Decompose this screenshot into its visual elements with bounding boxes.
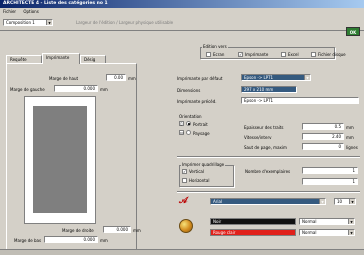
printable-area	[33, 106, 87, 213]
portrait-icon: ▯	[179, 121, 184, 126]
dimensions-label: Dimensions	[177, 88, 201, 93]
unit-label: mm	[128, 76, 136, 81]
chevron-down-icon[interactable]: ▼	[348, 230, 354, 235]
speed-label: Vitesse/interv	[244, 135, 272, 140]
application-window: ARCHITECTE 4 - Liste des catégories no 1…	[0, 0, 364, 255]
radio-paysage[interactable]	[186, 130, 191, 135]
copies-label: Nombre d'exemplaires	[245, 169, 291, 174]
default-printer-select[interactable]: Epson -> LPT1 ▼	[241, 74, 311, 81]
text-style-value: Normal	[302, 219, 317, 224]
palette-icon[interactable]	[179, 219, 193, 233]
tab-label: Requête	[10, 57, 27, 62]
checkbox-ecran[interactable]	[206, 52, 211, 57]
font-name-value: Arial	[213, 199, 223, 204]
chevron-down-icon[interactable]: ▼	[46, 20, 52, 25]
unit-label: mm	[100, 238, 108, 243]
checkbox-excel[interactable]	[281, 52, 286, 57]
background-style-value: Normal	[302, 230, 317, 235]
label-fichier-disque: Fichier disque	[318, 52, 346, 57]
quadrillage-title: Imprimer quadrillage	[181, 162, 226, 167]
default-printer-value: Epson -> LPT1	[244, 75, 274, 80]
menu-item-options[interactable]: Options	[23, 9, 38, 14]
paysage-label: Paysage	[193, 131, 210, 136]
landscape-icon: ▭	[179, 130, 184, 135]
vertical-label: Vertical	[189, 169, 204, 174]
background-color-select[interactable]: Rouge clair	[210, 229, 296, 236]
unit-label: lignes	[346, 145, 358, 150]
unit-label: mm	[133, 228, 141, 233]
checkbox-imprimante[interactable]: ✓	[238, 52, 243, 57]
composition-select[interactable]: Composition 1 ▼	[3, 19, 53, 26]
unit-label: mm	[346, 135, 354, 140]
chevron-down-icon[interactable]: ▼	[304, 75, 310, 80]
line-thickness-field[interactable]: 0.5	[302, 123, 344, 130]
toolbar: Composition 1 ▼ Largeur de l'édition / L…	[0, 16, 364, 31]
quadrillage-group	[179, 165, 234, 187]
chevron-down-icon[interactable]: ▼	[349, 199, 355, 204]
font-size-select[interactable]: 10 ▼	[334, 198, 356, 205]
label-imprimante: Imprimante	[245, 52, 269, 57]
text-color-value: Noir	[213, 219, 222, 224]
font-name-select[interactable]: Arial ▼	[210, 198, 326, 205]
left-margin-label: Marge de gauche	[10, 87, 45, 92]
label-ecran: Ecran	[213, 52, 225, 57]
copies2-field[interactable]: 1	[302, 178, 358, 185]
copies-field[interactable]: 1	[302, 167, 358, 174]
unit-label: mm	[346, 125, 354, 130]
text-color-select[interactable]: Noir	[210, 218, 296, 225]
bottom-margin-field[interactable]: 0.000	[44, 236, 98, 243]
right-margin-field[interactable]: 0.000	[103, 226, 131, 233]
page-break-field[interactable]: 0	[302, 143, 344, 150]
title-bar: ARCHITECTE 4 - Liste des catégories no 1	[0, 0, 364, 8]
label-excel: Excel	[288, 52, 299, 57]
font-size-value: 10	[337, 199, 343, 204]
previous-printer-field[interactable]: Epson -> LPT1	[241, 97, 359, 104]
bottom-margin-label: Marge de bas	[14, 238, 42, 243]
menu-bar: Fichier Options	[0, 8, 364, 16]
speed-field[interactable]: 2.40	[302, 133, 344, 140]
previous-printer-label: Imprimante précéd.	[177, 99, 217, 104]
checkbox-horizontal[interactable]	[182, 178, 187, 183]
portrait-label: Portrait	[193, 122, 208, 127]
chevron-down-icon[interactable]: ▼	[319, 199, 325, 204]
default-printer-label: Imprimante par défaut	[177, 76, 223, 81]
separator	[177, 156, 360, 157]
edition-vers-title: Edition vers	[202, 44, 228, 49]
text-style-select[interactable]: Normal ▼	[299, 218, 355, 225]
ok-button[interactable]: OK	[346, 27, 360, 36]
tab-label: Imprimante	[46, 55, 70, 60]
horizontal-label: Horizontal	[189, 178, 210, 183]
menu-item-fichier[interactable]: Fichier	[3, 9, 16, 14]
composition-value: Composition 1	[6, 20, 35, 25]
right-margin-label: Marge de droite	[62, 228, 94, 233]
page-break-label: Saut de page, maxim	[244, 145, 287, 150]
background-color-value: Rouge clair	[213, 230, 236, 235]
chevron-down-icon[interactable]: ▼	[348, 219, 354, 224]
unit-label: mm	[100, 87, 108, 92]
page-preview	[24, 96, 96, 224]
line-thickness-label: Epaisseur des traits	[244, 125, 284, 130]
tab-imprimante[interactable]: Imprimante	[42, 53, 80, 64]
width-label: Largeur de l'édition / Largeur physique …	[76, 20, 174, 25]
checkbox-vertical[interactable]: ✓	[182, 169, 187, 174]
dimensions-field: 297 x 210 mm	[241, 86, 297, 93]
left-margin-field[interactable]: 0.000	[54, 85, 98, 92]
checkbox-fichier-disque[interactable]	[311, 52, 316, 57]
background-style-select[interactable]: Normal ▼	[299, 229, 355, 236]
radio-portrait[interactable]	[186, 121, 191, 126]
orientation-title: Orientation	[179, 114, 202, 119]
tab-label: Désig	[84, 57, 96, 62]
font-icon[interactable]: 𝒜	[179, 196, 195, 207]
separator	[177, 191, 360, 192]
top-margin-label: Marge de haut	[49, 76, 79, 81]
top-margin-field[interactable]: 0.00	[106, 74, 126, 81]
status-bar	[0, 249, 364, 255]
